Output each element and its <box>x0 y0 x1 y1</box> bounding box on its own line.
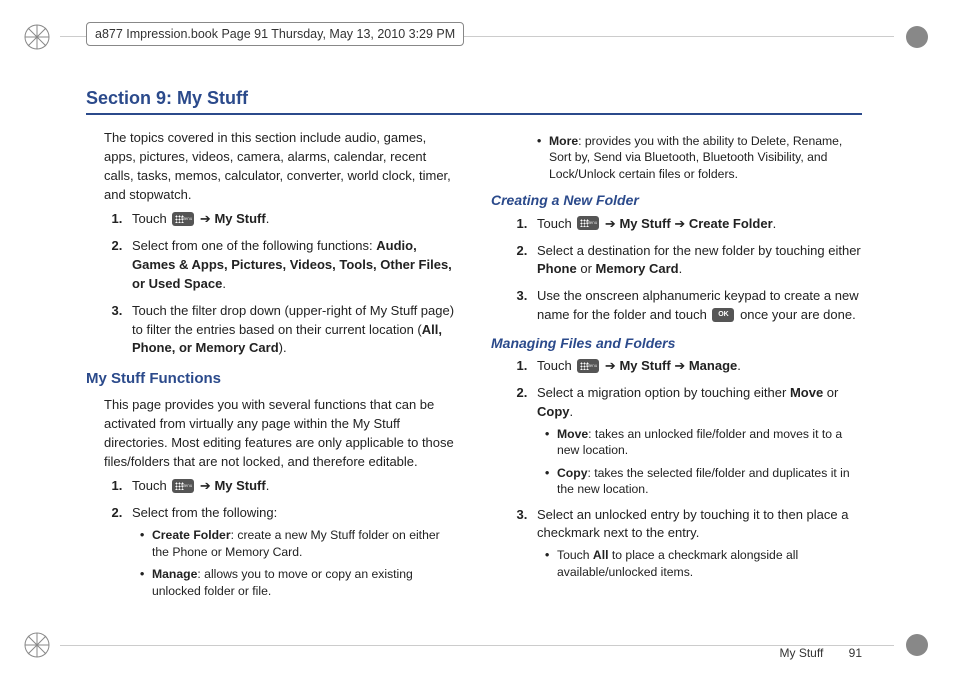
text-bold: Manage <box>689 358 737 373</box>
text: or <box>577 261 596 276</box>
text: . <box>773 216 777 231</box>
text: Touch <box>537 216 575 231</box>
arrow-icon: ➔ <box>601 358 619 373</box>
page-number: 91 <box>849 646 862 660</box>
intro-text: The topics covered in this section inclu… <box>104 129 457 204</box>
text: : provides you with the ability to Delet… <box>549 134 842 181</box>
subheading-create-folder: Creating a New Folder <box>491 190 862 210</box>
bullet-more: More: provides you with the ability to D… <box>537 133 862 182</box>
text: Select a migration option by touching ei… <box>537 385 790 400</box>
arrow-icon: ➔ <box>671 358 689 373</box>
func-step-1: Touch ➔ My Stuff. <box>126 477 457 496</box>
functions-intro: This page provides you with several func… <box>104 396 457 471</box>
menu-icon <box>577 359 599 373</box>
page-footer: My Stuff 91 <box>780 646 863 660</box>
text: ). <box>279 340 287 355</box>
text: . <box>679 261 683 276</box>
text: . <box>266 211 270 226</box>
arrow-icon: ➔ <box>196 211 214 226</box>
text: or <box>823 385 838 400</box>
menu-icon <box>172 479 194 493</box>
managing-steps: Touch ➔ My Stuff ➔ Manage. Select a migr… <box>509 357 862 580</box>
step-2: Select from one of the following functio… <box>126 237 457 294</box>
ok-button-icon: OK <box>712 308 734 322</box>
arrow-icon: ➔ <box>601 216 619 231</box>
text-bold: Manage <box>152 567 197 581</box>
bullet-all: Touch All to place a checkmark alongside… <box>545 547 862 580</box>
text-bold: Create Folder <box>689 216 773 231</box>
arrow-icon: ➔ <box>671 216 689 231</box>
corner-ornament-tr <box>902 22 932 52</box>
main-steps: Touch ➔ My Stuff. Select from one of the… <box>104 210 457 358</box>
step-3: Touch the filter drop down (upper-right … <box>126 302 457 359</box>
text: Touch <box>132 211 170 226</box>
arrow-icon: ➔ <box>196 478 214 493</box>
text-bold: Move <box>557 427 588 441</box>
text-bold: Phone <box>537 261 577 276</box>
text-bold: My Stuff <box>214 211 265 226</box>
bullet-manage: Manage: allows you to move or copy an ex… <box>140 566 457 599</box>
bullet-move: Move: takes an unlocked file/folder and … <box>545 426 862 459</box>
text-bold: Create Folder <box>152 528 231 542</box>
subheading-managing: Managing Files and Folders <box>491 333 862 353</box>
left-column: The topics covered in this section inclu… <box>86 129 457 607</box>
right-column: More: provides you with the ability to D… <box>491 129 862 607</box>
text: . <box>570 404 574 419</box>
text-bold: Move <box>790 385 823 400</box>
mg-step-1: Touch ➔ My Stuff ➔ Manage. <box>531 357 862 376</box>
text: Touch the filter drop down (upper-right … <box>132 303 454 337</box>
text: . <box>266 478 270 493</box>
create-folder-steps: Touch ➔ My Stuff ➔ Create Folder. Select… <box>509 215 862 325</box>
text: once your are done. <box>736 307 855 322</box>
mg-step-2: Select a migration option by touching ei… <box>531 384 862 498</box>
func-bullets: Create Folder: create a new My Stuff fol… <box>140 527 457 599</box>
text: Touch <box>132 478 170 493</box>
text-bold: My Stuff <box>619 216 670 231</box>
mg-step-3: Select an unlocked entry by touching it … <box>531 506 862 581</box>
text-bold: Copy <box>557 466 587 480</box>
functions-steps: Touch ➔ My Stuff. Select from the follow… <box>104 477 457 599</box>
bullet-create-folder: Create Folder: create a new My Stuff fol… <box>140 527 457 560</box>
menu-icon <box>577 216 599 230</box>
all-bullet: Touch All to place a checkmark alongside… <box>545 547 862 580</box>
text-bold: All <box>593 548 609 562</box>
footer-label: My Stuff <box>780 646 824 660</box>
func-step-2: Select from the following: Create Folder… <box>126 504 457 599</box>
text: : takes the selected file/folder and dup… <box>557 466 850 496</box>
more-bullet-list: More: provides you with the ability to D… <box>537 133 862 182</box>
text: Select from one of the following functio… <box>132 238 376 253</box>
text-bold: More <box>549 134 578 148</box>
corner-ornament-bl <box>22 630 52 660</box>
step-1: Touch ➔ My Stuff. <box>126 210 457 229</box>
text: Touch <box>537 358 575 373</box>
section-title: Section 9: My Stuff <box>86 88 862 115</box>
text: : takes an unlocked file/folder and move… <box>557 427 842 457</box>
bullet-copy: Copy: takes the selected file/folder and… <box>545 465 862 498</box>
menu-icon <box>172 212 194 226</box>
text: . <box>737 358 741 373</box>
cf-step-3: Use the onscreen alphanumeric keypad to … <box>531 287 862 325</box>
subheading-functions: My Stuff Functions <box>86 368 457 390</box>
cf-step-1: Touch ➔ My Stuff ➔ Create Folder. <box>531 215 862 234</box>
text-bold: Memory Card <box>596 261 679 276</box>
text-bold: My Stuff <box>214 478 265 493</box>
text: Select from the following: <box>132 505 277 520</box>
corner-ornament-tl <box>22 22 52 52</box>
text: Select an unlocked entry by touching it … <box>537 507 848 541</box>
move-copy-bullets: Move: takes an unlocked file/folder and … <box>545 426 862 498</box>
corner-ornament-br <box>902 630 932 660</box>
text-bold: Copy <box>537 404 570 419</box>
cf-step-2: Select a destination for the new folder … <box>531 242 862 280</box>
text: Touch <box>557 548 593 562</box>
text-bold: My Stuff <box>619 358 670 373</box>
text: . <box>222 276 226 291</box>
text: Select a destination for the new folder … <box>537 243 861 258</box>
page-content: Section 9: My Stuff The topics covered i… <box>86 18 862 664</box>
